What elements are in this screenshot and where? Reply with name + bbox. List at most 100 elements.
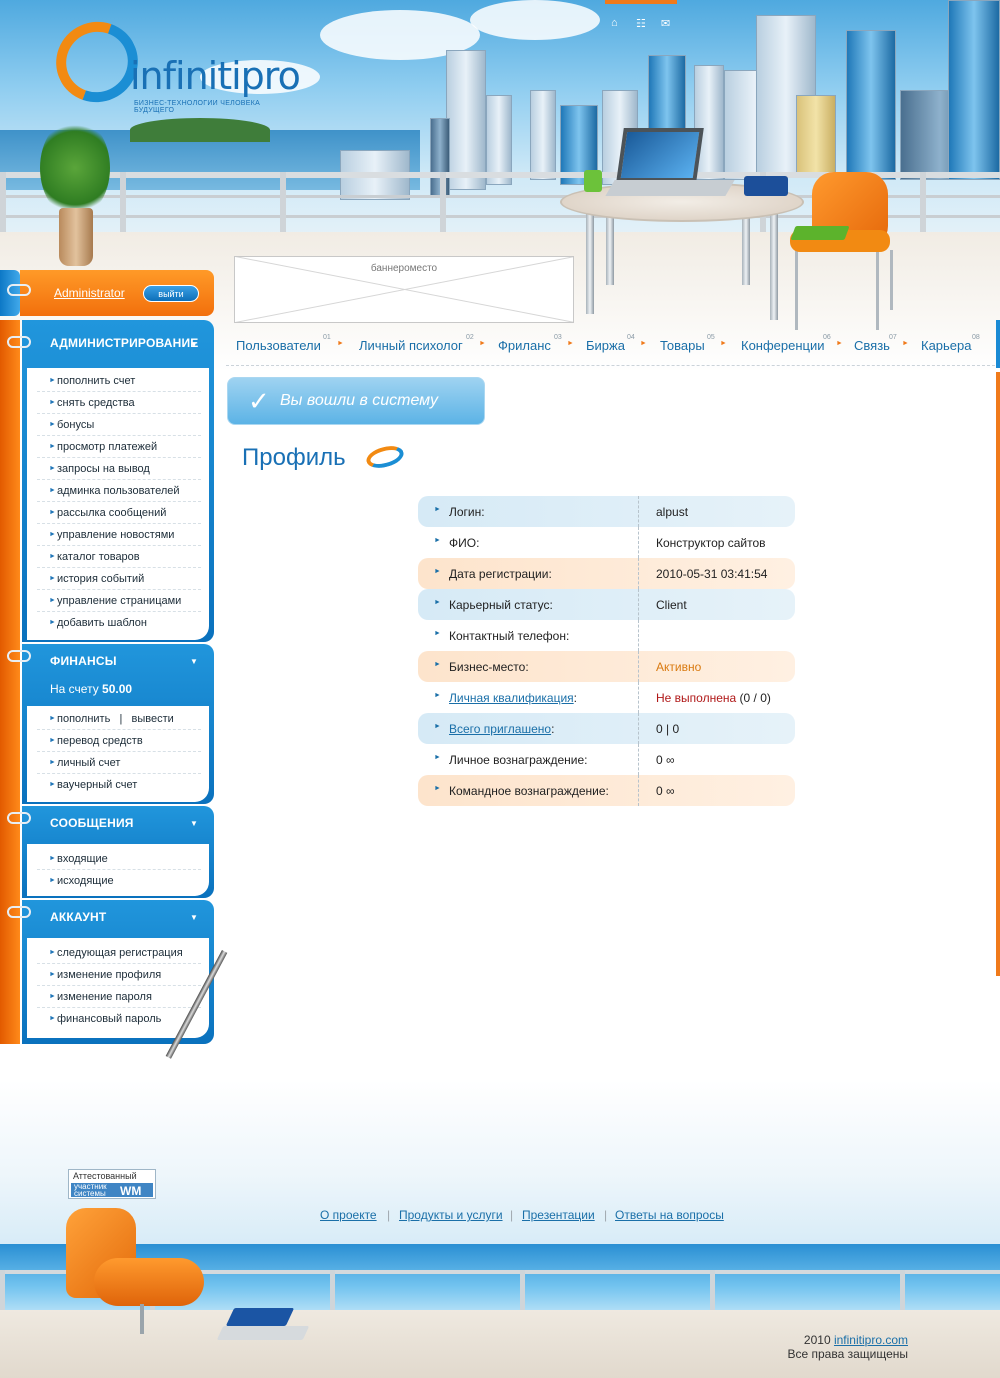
footer-link-products[interactable]: Продукты и услуги — [399, 1208, 503, 1222]
menu-item-transfer[interactable]: ► перевод средств — [37, 730, 201, 752]
menu-item-label: просмотр платежей — [57, 441, 158, 453]
withdraw-link[interactable]: вывести — [132, 713, 174, 725]
chevron-down-icon[interactable]: ▼ — [190, 340, 198, 349]
messages-panel-title[interactable]: СООБЩЕНИЯ — [50, 816, 134, 830]
qualification-link[interactable]: Личная квалификация — [449, 691, 574, 705]
profile-label: ФИО: — [449, 536, 480, 550]
site-link[interactable]: infinitipro.com — [834, 1333, 908, 1347]
username-link[interactable]: Administrator — [54, 286, 125, 300]
menu-item-label: следующая регистрация — [57, 947, 183, 959]
logout-button[interactable]: выйти — [143, 285, 199, 302]
menu-item-change-password[interactable]: ► изменение пароля — [37, 986, 201, 1008]
mail-icon[interactable]: ✉ — [661, 17, 670, 30]
nav-number: 07 — [889, 334, 897, 341]
menu-item-label: пополнить счет — [57, 375, 136, 387]
footer-rail-post — [0, 1270, 5, 1314]
nav-item-exchange[interactable]: Биржа — [586, 338, 625, 353]
footer-link-about[interactable]: О проекте — [320, 1208, 377, 1222]
account-panel-title[interactable]: АККАУНТ — [50, 910, 106, 924]
nav-number: 06 — [823, 334, 831, 341]
bullet-icon: ► — [49, 509, 56, 516]
menu-item-withdraw-funds[interactable]: ► снять средства — [37, 392, 201, 414]
menu-item-withdraw-requests[interactable]: ► запросы на вывод — [37, 458, 201, 480]
menu-item-payments[interactable]: ► просмотр платежей — [37, 436, 201, 458]
bullet-icon: ► — [49, 443, 56, 450]
profile-label: Командное вознаграждение: — [449, 784, 609, 798]
logo-text: infinitipro — [130, 54, 301, 98]
qualification-status: Не выполнена — [656, 691, 737, 705]
messages-menu: ► входящие ► исходящие — [27, 844, 209, 896]
table-leg — [586, 200, 594, 314]
menu-item-bonuses[interactable]: ► бонусы — [37, 414, 201, 436]
home-icon[interactable]: ⌂ — [611, 17, 618, 29]
webmoney-badge[interactable]: Аттестованный участник системы WM — [68, 1169, 156, 1199]
finance-panel-title[interactable]: ФИНАНСЫ — [50, 654, 117, 668]
nav-item-users[interactable]: Пользователи — [236, 338, 321, 353]
nav-item-contact[interactable]: Связь — [854, 338, 890, 353]
bullet-icon: ► — [49, 377, 56, 384]
chevron-down-icon[interactable]: ▼ — [190, 819, 198, 828]
side-strip-menu — [0, 320, 20, 1044]
invited-link[interactable]: Всего приглашено — [449, 722, 551, 736]
chevron-down-icon[interactable]: ▼ — [190, 913, 198, 922]
menu-item-outbox[interactable]: ► исходящие — [37, 870, 201, 892]
bullet-icon: ► — [49, 993, 56, 1000]
menu-item-label: админка пользователей — [57, 485, 180, 497]
menu-item-user-admin[interactable]: ► админка пользователей — [37, 480, 201, 502]
profile-row-fullname: ► ФИО: Конструктор сайтов — [418, 527, 795, 558]
menu-item-label: изменение пароля — [57, 991, 152, 1003]
top-icon-bar: ⌂ ☷ ✉ — [605, 0, 677, 36]
nav-item-goods[interactable]: Товары — [660, 338, 705, 353]
menu-item-topup[interactable]: ► пополнить счет — [37, 370, 201, 392]
nav-item-freelance[interactable]: Фриланс — [498, 338, 551, 353]
site-logo[interactable]: infinitipro БИЗНЕС-ТЕХНОЛОГИИ ЧЕЛОВЕКА Б… — [42, 8, 302, 118]
menu-item-add-template[interactable]: ► добавить шаблон — [37, 612, 201, 634]
menu-item-label: каталог товаров — [57, 551, 140, 563]
profile-label: Логин: — [449, 505, 485, 519]
sitemap-icon[interactable]: ☷ — [636, 17, 646, 30]
menu-item-pages[interactable]: ► управление страницами — [37, 590, 201, 612]
nav-item-psychologist[interactable]: Личный психолог — [359, 338, 463, 353]
menu-item-personal-account[interactable]: ► личный счет — [37, 752, 201, 774]
footer-link-faq[interactable]: Ответы на вопросы — [615, 1208, 724, 1222]
menu-item-label: перевод средств — [57, 735, 143, 747]
checkmark-icon: ✓ — [248, 386, 270, 416]
profile-value: alpust — [656, 505, 689, 519]
bullet-icon: ► — [434, 630, 441, 637]
menu-item-topup-withdraw: ► пополнить | вывести — [37, 708, 201, 730]
main-nav: Пользователи 01 ► Личный психолог 02 ► Ф… — [226, 330, 1000, 366]
footer-link-presentations[interactable]: Презентации — [522, 1208, 595, 1222]
webmoney-logo-icon: WM — [120, 1184, 142, 1198]
bullet-icon: ► — [49, 877, 56, 884]
menu-item-voucher-account[interactable]: ► ваучерный счет — [37, 774, 201, 796]
chair-leg — [876, 250, 879, 330]
menu-item-history[interactable]: ► история событий — [37, 568, 201, 590]
profile-row-invited: ► Всего приглашено: 0 | 0 — [418, 713, 795, 744]
nav-item-career[interactable]: Карьера — [921, 338, 972, 353]
nav-item-conferences[interactable]: Конференции — [741, 338, 825, 353]
messages-panel: СООБЩЕНИЯ ▼ ► входящие ► исходящие — [22, 806, 214, 898]
profile-label: Личное вознаграждение: — [449, 753, 588, 767]
banner-placeholder[interactable]: баннероместо — [234, 256, 574, 323]
profile-value: Client — [656, 598, 687, 612]
menu-item-edit-profile[interactable]: ► изменение профиля — [37, 964, 201, 986]
admin-panel-title[interactable]: АДМИНИСТРИРОВАНИЕ — [50, 336, 199, 350]
login-success-text: Вы вошли в систему — [280, 392, 438, 409]
right-edge-tab — [996, 320, 1000, 368]
nav-arrow-icon: ► — [902, 340, 909, 347]
topup-link[interactable]: пополнить — [57, 713, 110, 725]
menu-item-financial-password[interactable]: ► финансовый пароль — [37, 1008, 201, 1030]
green-book-image — [790, 226, 850, 240]
chevron-down-icon[interactable]: ▼ — [190, 657, 198, 666]
menu-item-news[interactable]: ► управление новостями — [37, 524, 201, 546]
label-suffix: : — [573, 691, 578, 705]
menu-item-mailing[interactable]: ► рассылка сообщений — [37, 502, 201, 524]
menu-item-next-registration[interactable]: ► следующая регистрация — [37, 942, 201, 964]
nav-arrow-icon: ► — [337, 340, 344, 347]
profile-row-login: ► Логин: alpust — [418, 496, 795, 527]
nav-number: 04 — [627, 334, 635, 341]
menu-item-catalog[interactable]: ► каталог товаров — [37, 546, 201, 568]
cup-image — [584, 170, 602, 192]
menu-item-inbox[interactable]: ► входящие — [37, 848, 201, 870]
footer-rail-post — [900, 1270, 905, 1314]
